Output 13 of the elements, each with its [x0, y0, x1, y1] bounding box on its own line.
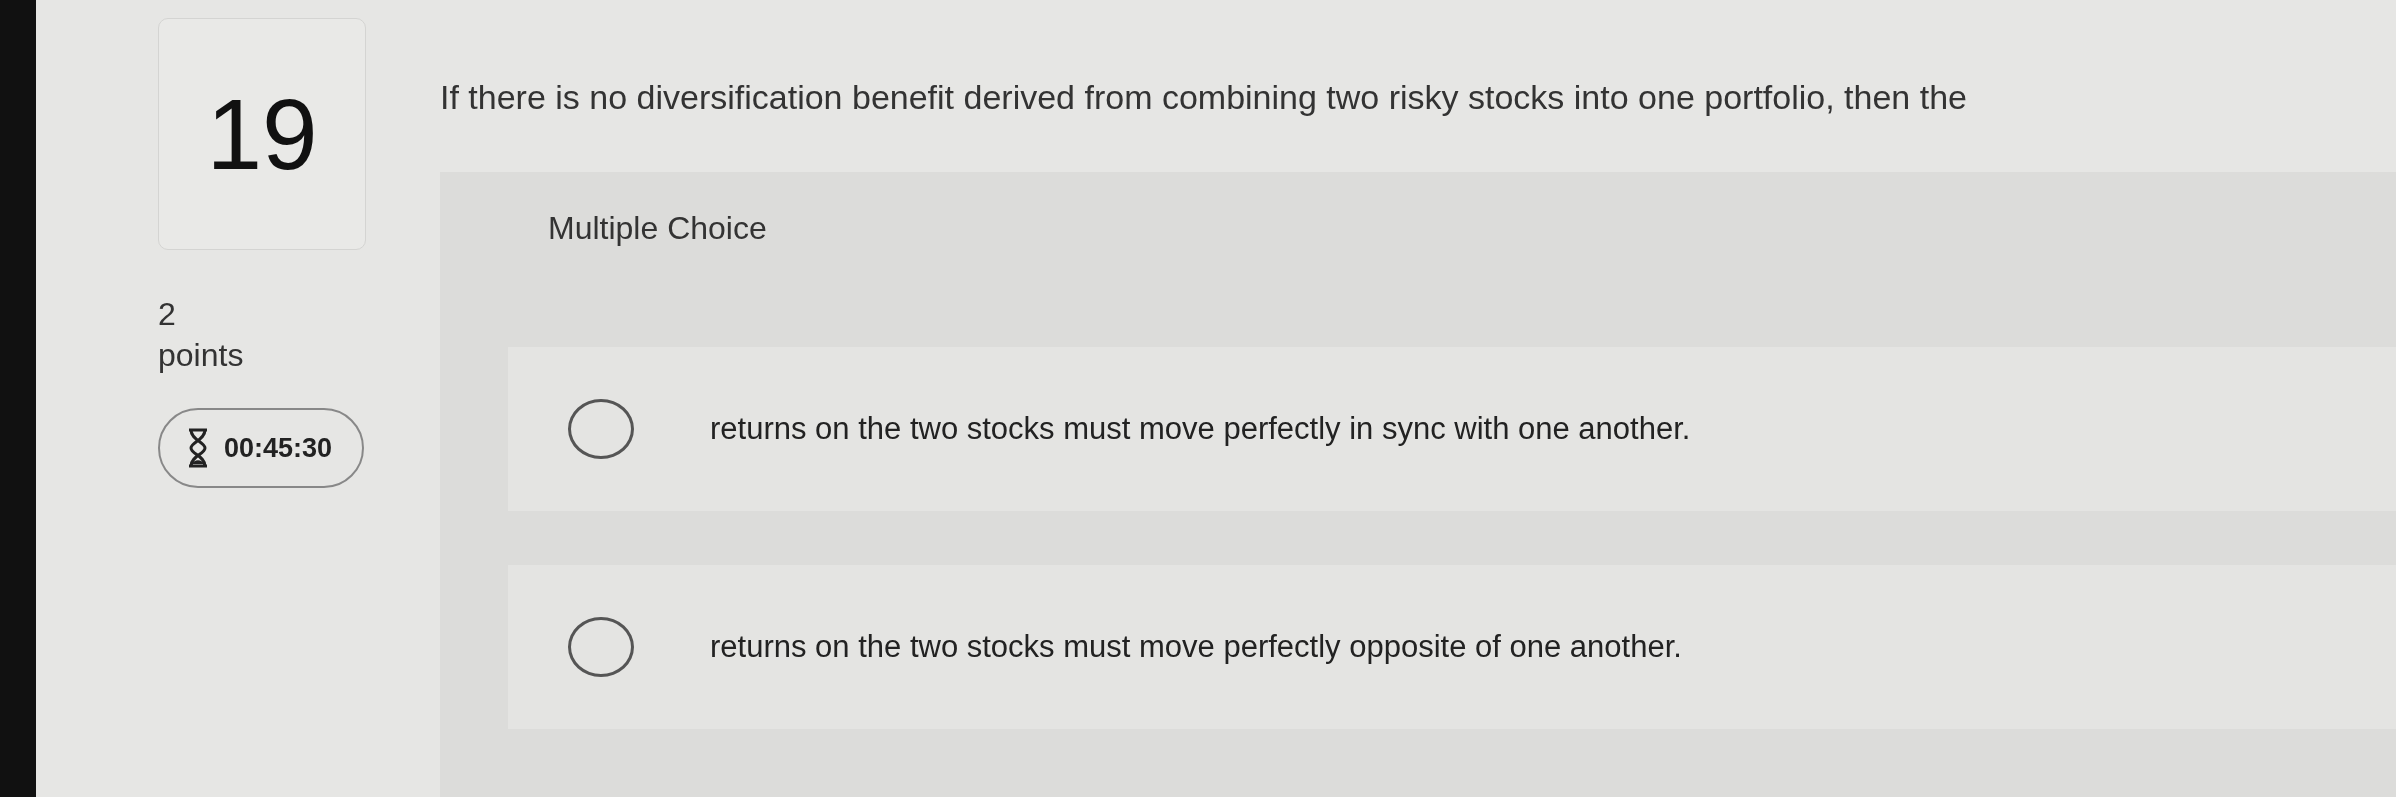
radio-button[interactable] [568, 399, 634, 459]
question-number: 19 [158, 18, 366, 250]
question-text: If there is no diversification benefit derived from combining two risky stocks into one portfolio, then the [440, 77, 1968, 118]
points-label: points [158, 337, 245, 374]
answer-option[interactable]: returns on the two stocks must move perfectly opposite of one another. [508, 565, 2396, 729]
hourglass-icon [186, 428, 210, 468]
points-value: 2 [158, 296, 177, 333]
answer-option[interactable]: returns on the two stocks must move perfectly in sync with one another. [508, 347, 2396, 511]
radio-button[interactable] [568, 617, 634, 677]
option-text: returns on the two stocks must move perfectly in sync with one another. [710, 411, 1691, 447]
timer-text: 00:45:30 [224, 432, 333, 464]
question-type-label: Multiple Choice [547, 209, 768, 248]
option-text: returns on the two stocks must move perfectly opposite of one another. [710, 629, 1682, 665]
